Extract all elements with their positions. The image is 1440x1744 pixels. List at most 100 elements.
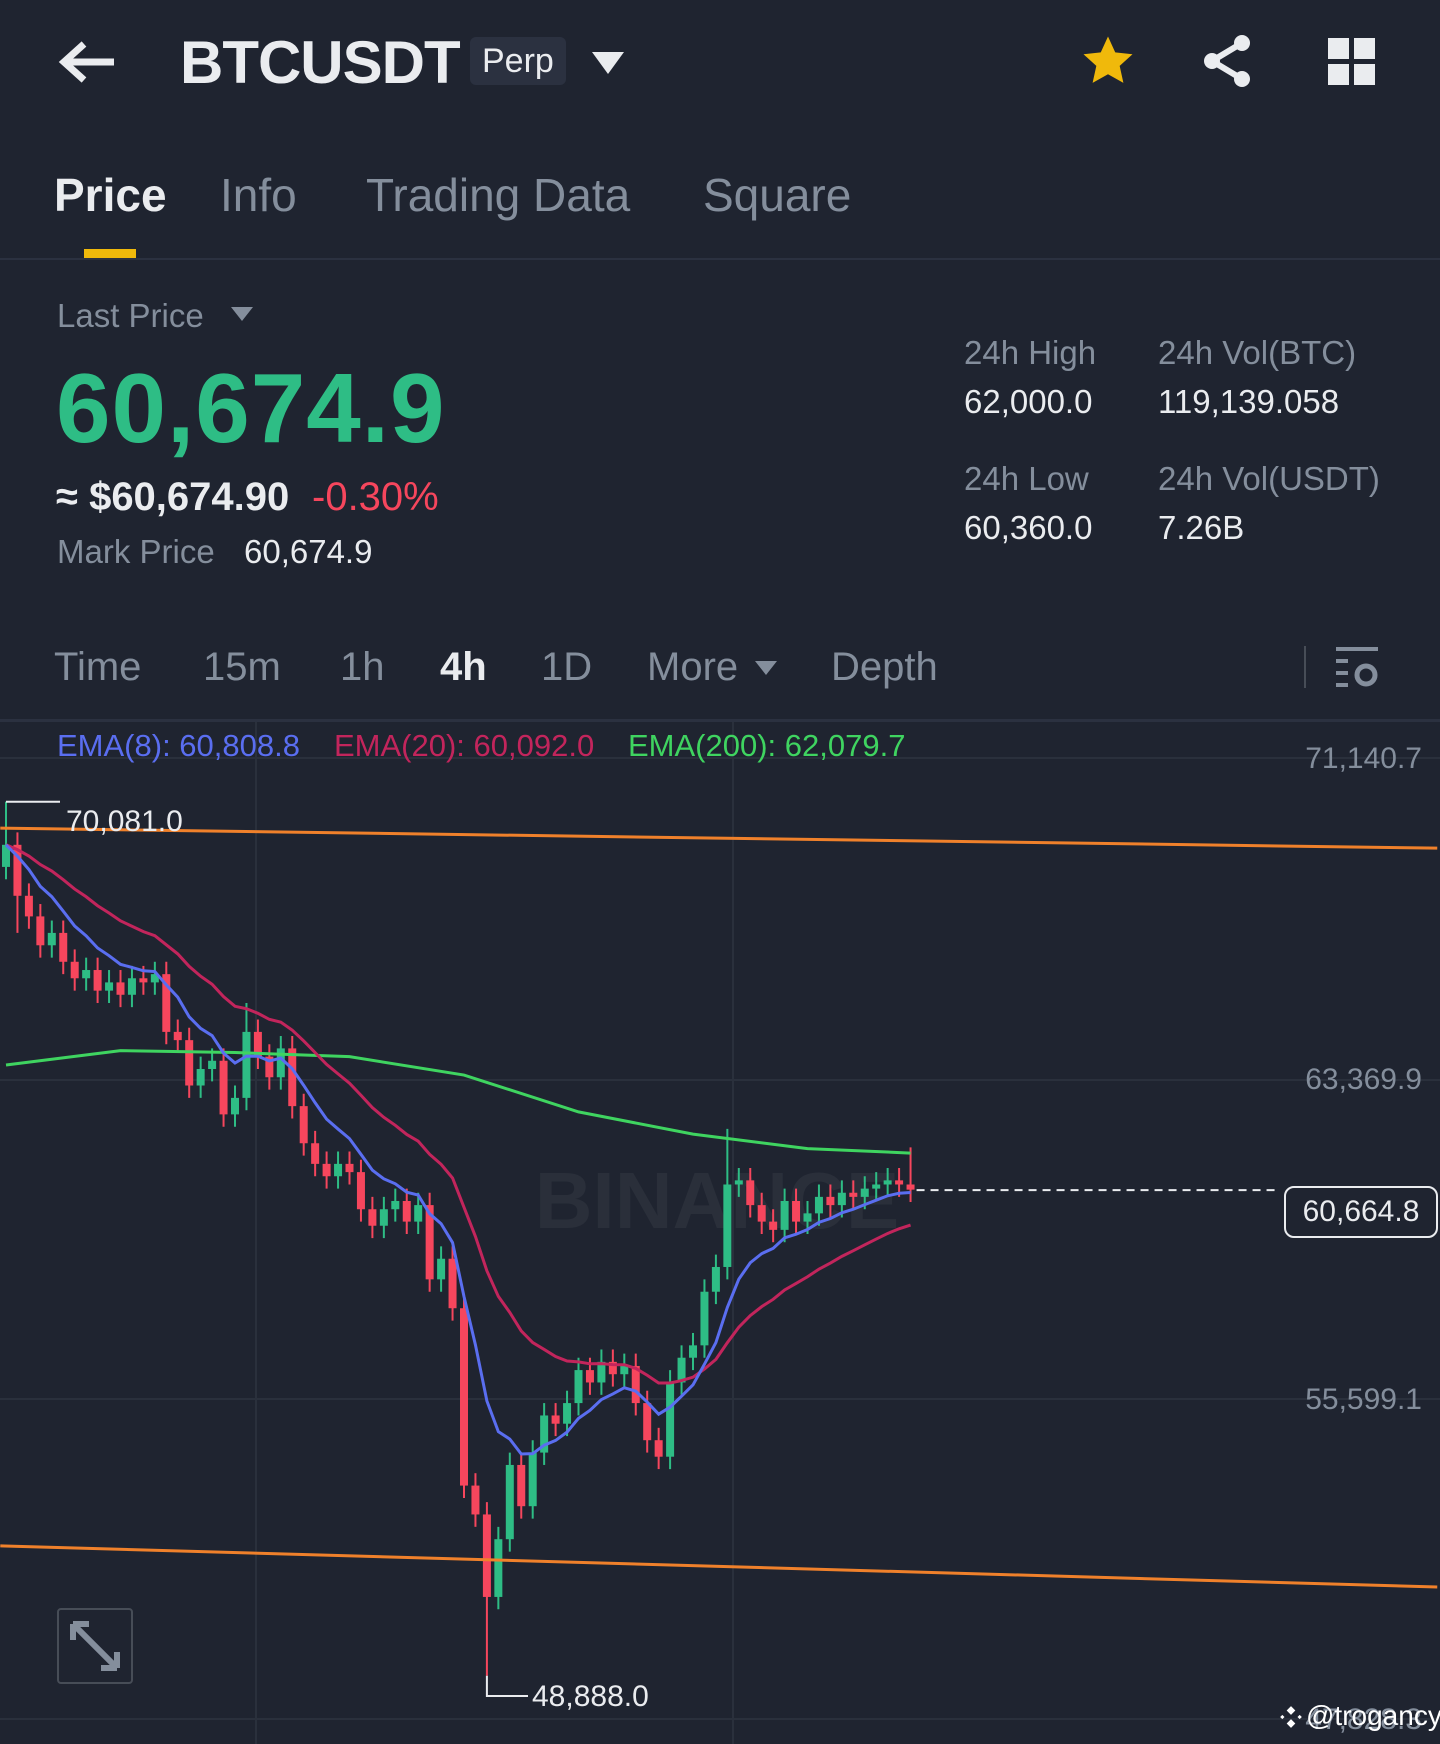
price-change-percent: -0.30%: [312, 475, 439, 519]
candle-body: [219, 1060, 228, 1115]
candle-body: [689, 1345, 697, 1358]
candle-body: [242, 1031, 251, 1098]
more-caret-icon[interactable]: [754, 660, 778, 681]
interval-15m[interactable]: 15m: [203, 645, 281, 690]
candle-body: [654, 1440, 663, 1457]
active-tab-indicator: [84, 249, 136, 258]
y-axis-tick: 63,369.9: [1305, 1063, 1422, 1096]
interval-more[interactable]: More: [647, 645, 738, 690]
low-marker-label: 48,888.0: [532, 1680, 649, 1713]
candle-body: [872, 1184, 881, 1189]
last-price: 60,674.9: [56, 353, 446, 463]
candle-body: [585, 1370, 594, 1383]
chart-settings-icon[interactable]: [1334, 645, 1380, 694]
tab-trading-data[interactable]: Trading Data: [366, 168, 630, 222]
candle-body: [448, 1258, 457, 1309]
candle-body: [734, 1180, 743, 1185]
candle-body: [322, 1163, 331, 1177]
candle-body: [356, 1172, 365, 1210]
fullscreen-button[interactable]: [57, 1608, 133, 1684]
candle-body: [391, 1200, 400, 1210]
candle-body: [906, 1184, 915, 1190]
candle-body: [505, 1464, 514, 1540]
candle-body: [288, 1048, 297, 1107]
ema20-legend: EMA(20): 60,092.0: [334, 728, 595, 763]
candle-body: [368, 1209, 377, 1226]
candle-body: [666, 1382, 675, 1457]
divider: [0, 258, 1440, 260]
candle-body: [173, 1031, 182, 1041]
candle-body: [883, 1180, 892, 1185]
interval-depth[interactable]: Depth: [831, 645, 938, 690]
interval-time[interactable]: Time: [54, 645, 141, 690]
low-label: 24h Low: [964, 460, 1089, 497]
grid-menu-icon[interactable]: [1328, 38, 1376, 91]
candle-body: [231, 1097, 239, 1115]
candle-body: [59, 932, 68, 962]
favorite-star-icon[interactable]: [1080, 33, 1136, 94]
candle-body: [402, 1200, 411, 1222]
back-arrow-icon: [58, 41, 114, 83]
candle-body: [837, 1192, 846, 1206]
candle-body: [82, 970, 91, 979]
high-marker-label: 70,081.0: [66, 805, 183, 838]
binance-logo-icon: [1278, 1704, 1304, 1735]
candle-body: [757, 1205, 766, 1222]
credit-watermark: @trogancy: [1306, 1700, 1440, 1731]
candle-body: [116, 982, 125, 995]
interval-4h[interactable]: 4h: [440, 645, 487, 690]
candle-body: [24, 895, 33, 917]
candle-body: [746, 1180, 755, 1206]
symbol-dropdown-caret-icon[interactable]: [590, 50, 626, 81]
tab-square[interactable]: Square: [703, 168, 851, 222]
candle-body: [70, 961, 79, 979]
candle-body: [379, 1209, 388, 1226]
candle-body: [700, 1291, 709, 1346]
divider: [0, 719, 1440, 722]
interval-1h[interactable]: 1h: [340, 645, 385, 690]
last-price-caret-icon[interactable]: [230, 306, 254, 327]
mark-price-label: Mark Price: [57, 533, 215, 570]
share-icon[interactable]: [1200, 33, 1256, 94]
price-chart[interactable]: BINANCE: [0, 0, 1440, 1744]
candle-body: [792, 1200, 801, 1222]
last-price-label[interactable]: Last Price: [57, 297, 204, 335]
candle-body: [482, 1514, 491, 1597]
candle-body: [334, 1163, 343, 1177]
vol-usdt-label: 24h Vol(USDT): [1158, 460, 1380, 497]
candle-body: [299, 1106, 308, 1144]
trendline: [0, 826, 1438, 850]
trendline: [0, 1544, 1438, 1589]
ema8-legend: EMA(8): 60,808.8: [57, 728, 300, 763]
symbol-title[interactable]: BTCUSDT: [180, 28, 461, 97]
y-axis-tick: 55,599.1: [1305, 1383, 1422, 1416]
tab-price[interactable]: Price: [54, 168, 167, 222]
candle-body: [414, 1205, 423, 1222]
candle-body: [311, 1143, 320, 1164]
candle-body: [36, 916, 45, 946]
current-price-label: 60,664.8: [1284, 1186, 1438, 1238]
candle-body: [780, 1200, 789, 1230]
back-button[interactable]: [58, 40, 118, 84]
low-value: 60,360.0: [964, 509, 1093, 546]
candle-body: [105, 982, 114, 991]
usd-price: ≈ $60,674.90: [56, 475, 290, 519]
candle-body: [437, 1258, 446, 1280]
vol-usdt-value: 7.26B: [1158, 509, 1245, 546]
interval-1d[interactable]: 1D: [541, 645, 592, 690]
candle-body: [814, 1196, 823, 1214]
candle-body: [551, 1415, 560, 1424]
candle-body: [517, 1464, 526, 1507]
candle-body: [723, 1184, 732, 1267]
ema8-line: [4, 843, 911, 1456]
ema200-legend: EMA(200): 62,079.7: [628, 728, 906, 763]
candle-body: [860, 1188, 869, 1197]
candle-body: [185, 1040, 194, 1086]
low-marker-line: [485, 1675, 528, 1697]
tab-info[interactable]: Info: [220, 168, 297, 222]
vol-btc-label: 24h Vol(BTC): [1158, 334, 1357, 371]
candle-body: [345, 1163, 354, 1173]
divider: [1304, 646, 1306, 688]
candle-body: [803, 1213, 812, 1222]
candle-body: [196, 1069, 205, 1086]
